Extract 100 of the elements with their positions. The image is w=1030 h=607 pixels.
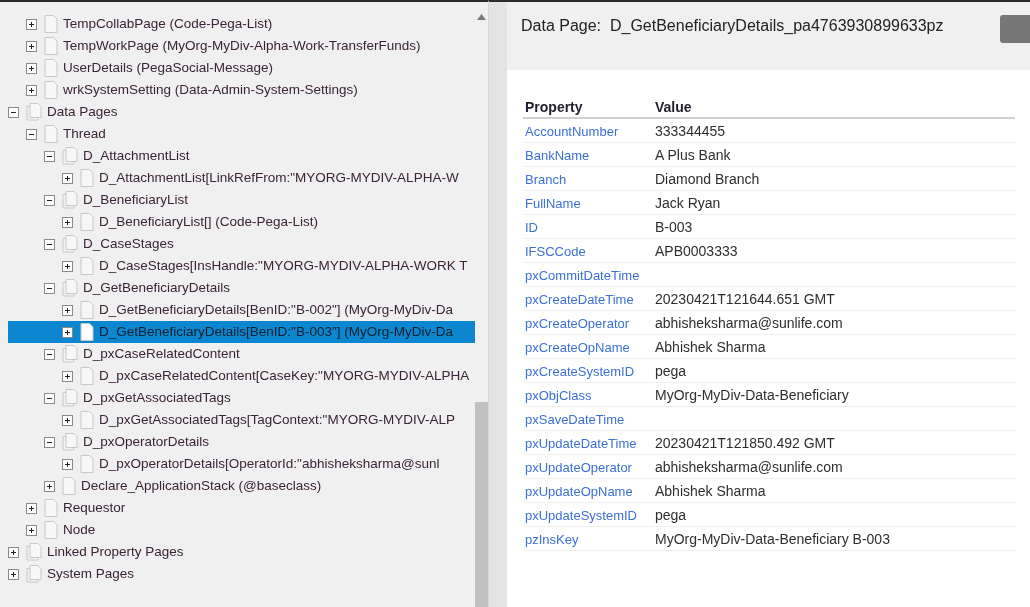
property-value: 20230421T121644.651 GMT xyxy=(655,290,835,307)
property-value: Jack Ryan xyxy=(655,194,721,211)
collapse-icon[interactable] xyxy=(44,348,55,360)
collapse-icon[interactable] xyxy=(44,436,55,448)
pages-icon xyxy=(62,147,78,165)
tree-item[interactable]: D_GetBeneficiaryDetails[BenID:"B-003"] (MyOrg-MyDiv-Da xyxy=(8,321,475,343)
pages-icon xyxy=(26,565,42,583)
property-name[interactable]: pxUpdateOpName xyxy=(525,483,633,499)
expand-icon[interactable] xyxy=(62,326,73,338)
tree-item[interactable]: Linked Property Pages xyxy=(8,541,475,563)
tree-item[interactable]: D_pxGetAssociatedTags xyxy=(8,387,475,409)
pages-icon xyxy=(26,103,42,121)
column-header: Property xyxy=(523,98,653,118)
tree-item[interactable]: D_AttachmentList[LinkRefFrom:"MYORG-MYDIV-ALPHA-W xyxy=(8,167,475,189)
pages-icon xyxy=(62,191,78,209)
tree-item[interactable]: D_GetBeneficiaryDetails xyxy=(8,277,475,299)
expand-icon[interactable] xyxy=(26,524,37,536)
expand-icon[interactable] xyxy=(26,62,37,74)
page-icon xyxy=(80,323,94,341)
property-name[interactable]: pxCreateSystemID xyxy=(525,363,635,379)
tree-item[interactable]: D_BeneficiaryList xyxy=(8,189,475,211)
collapse-icon[interactable] xyxy=(44,392,55,404)
expand-icon[interactable] xyxy=(62,172,73,184)
property-name[interactable]: pxCreateOperator xyxy=(525,315,630,331)
tree-item[interactable]: D_pxGetAssociatedTags[TagContext:"MYORG-MYDIV-ALP xyxy=(8,409,475,431)
property-name[interactable]: pxSaveDateTime xyxy=(525,411,625,427)
tree-item[interactable]: TempWorkPage (MyOrg-MyDiv-Alpha-Work-TransferFunds) xyxy=(8,35,475,57)
property-name[interactable]: ID xyxy=(525,219,538,235)
pages-icon xyxy=(62,345,78,363)
page-icon xyxy=(44,59,58,77)
pages-icon xyxy=(62,433,78,451)
tree-item[interactable]: D_pxOperatorDetails[OperatorId:"abhisheksharma@sunl xyxy=(8,453,475,475)
tree-item[interactable]: D_pxCaseRelatedContent[CaseKey:"MYORG-MYDIV-ALPHA xyxy=(8,365,475,387)
expand-icon[interactable] xyxy=(44,480,55,492)
page-icon xyxy=(80,169,94,187)
expand-icon[interactable] xyxy=(62,216,73,228)
expand-icon[interactable] xyxy=(62,260,73,272)
tree-item[interactable]: D_GetBeneficiaryDetails[BenID:"B-002"] (MyOrg-MyDiv-Da xyxy=(8,299,475,321)
expand-icon[interactable] xyxy=(62,414,73,426)
expand-icon[interactable] xyxy=(26,84,37,96)
property-name[interactable]: FullName xyxy=(525,195,581,211)
page-icon xyxy=(80,257,94,275)
tree-item[interactable]: System Pages xyxy=(8,563,475,585)
collapse-icon[interactable] xyxy=(44,150,55,162)
tree-item[interactable]: wrkSystemSetting (Data-Admin-System-Settings) xyxy=(8,79,475,101)
tree-item[interactable]: D_pxOperatorDetails xyxy=(8,431,475,453)
property-name[interactable]: BankName xyxy=(525,147,590,163)
column-header: Value xyxy=(653,98,1015,118)
property-value: abhisheksharma@sunlife.com xyxy=(655,314,843,331)
expand-icon[interactable] xyxy=(62,370,73,382)
tree-item[interactable]: D_BeneficiaryList[] (Code-Pega-List) xyxy=(8,211,475,233)
expand-icon[interactable] xyxy=(8,568,19,580)
property-name[interactable]: pxObjClass xyxy=(525,387,592,403)
expand-icon[interactable] xyxy=(62,458,73,470)
collapse-icon[interactable] xyxy=(8,106,19,118)
property-value: B-003 xyxy=(655,218,693,235)
property-value: Diamond Branch xyxy=(655,170,760,187)
property-name[interactable]: Branch xyxy=(525,171,567,187)
property-value: A Plus Bank xyxy=(655,146,731,163)
scroll-up-icon[interactable] xyxy=(477,14,486,20)
page-icon xyxy=(44,521,58,539)
expand-icon[interactable] xyxy=(26,502,37,514)
tree-item[interactable]: Requestor xyxy=(8,497,475,519)
tree-item[interactable]: Data Pages xyxy=(8,101,475,123)
page-icon xyxy=(62,477,76,495)
expand-icon[interactable] xyxy=(26,18,37,30)
collapse-icon[interactable] xyxy=(44,194,55,206)
collapse-icon[interactable] xyxy=(44,282,55,294)
tree-item[interactable]: D_AttachmentList xyxy=(8,145,475,167)
tree-item[interactable]: Thread xyxy=(8,123,475,145)
property-name[interactable]: pxUpdateOperator xyxy=(525,459,632,475)
collapse-icon[interactable] xyxy=(44,238,55,250)
tree-item[interactable]: Node xyxy=(8,519,475,541)
property-name[interactable]: pzInsKey xyxy=(525,531,579,547)
tree-item[interactable]: D_CaseStages xyxy=(8,233,475,255)
expand-icon[interactable] xyxy=(8,546,19,558)
tree-item[interactable]: Declare_ApplicationStack (@baseclass) xyxy=(8,475,475,497)
page-icon xyxy=(44,37,58,55)
page-icon xyxy=(80,367,94,385)
property-name[interactable]: IFSCCode xyxy=(525,243,586,259)
tree-item[interactable]: D_CaseStages[InsHandle:"MYORG-MYDIV-ALPHA-WORK T xyxy=(8,255,475,277)
scrollbar-thumb[interactable] xyxy=(475,402,488,607)
page-icon xyxy=(80,455,94,473)
tree-item[interactable]: UserDetails (PegaSocial-Message) xyxy=(8,57,475,79)
property-value: 333344455 xyxy=(655,122,726,139)
property-name[interactable]: pxCommitDateTime xyxy=(525,267,640,283)
property-name[interactable]: pxUpdateDateTime xyxy=(525,435,637,451)
expand-icon[interactable] xyxy=(26,40,37,52)
tree-item[interactable]: D_pxCaseRelatedContent xyxy=(8,343,475,365)
pages-icon xyxy=(62,279,78,297)
property-value: 20230421T121850.492 GMT xyxy=(655,434,835,451)
collapse-icon[interactable] xyxy=(26,128,37,140)
pages-icon xyxy=(62,389,78,407)
tree-item[interactable]: TempCollabPage (Code-Pega-List) xyxy=(8,13,475,35)
property-name[interactable]: pxCreateOpName xyxy=(525,339,630,355)
property-name[interactable]: pxCreateDateTime xyxy=(525,291,634,307)
property-name[interactable]: AccountNumber xyxy=(525,123,619,139)
property-value: abhisheksharma@sunlife.com xyxy=(655,458,843,475)
expand-icon[interactable] xyxy=(62,304,73,316)
property-name[interactable]: pxUpdateSystemID xyxy=(525,507,637,523)
